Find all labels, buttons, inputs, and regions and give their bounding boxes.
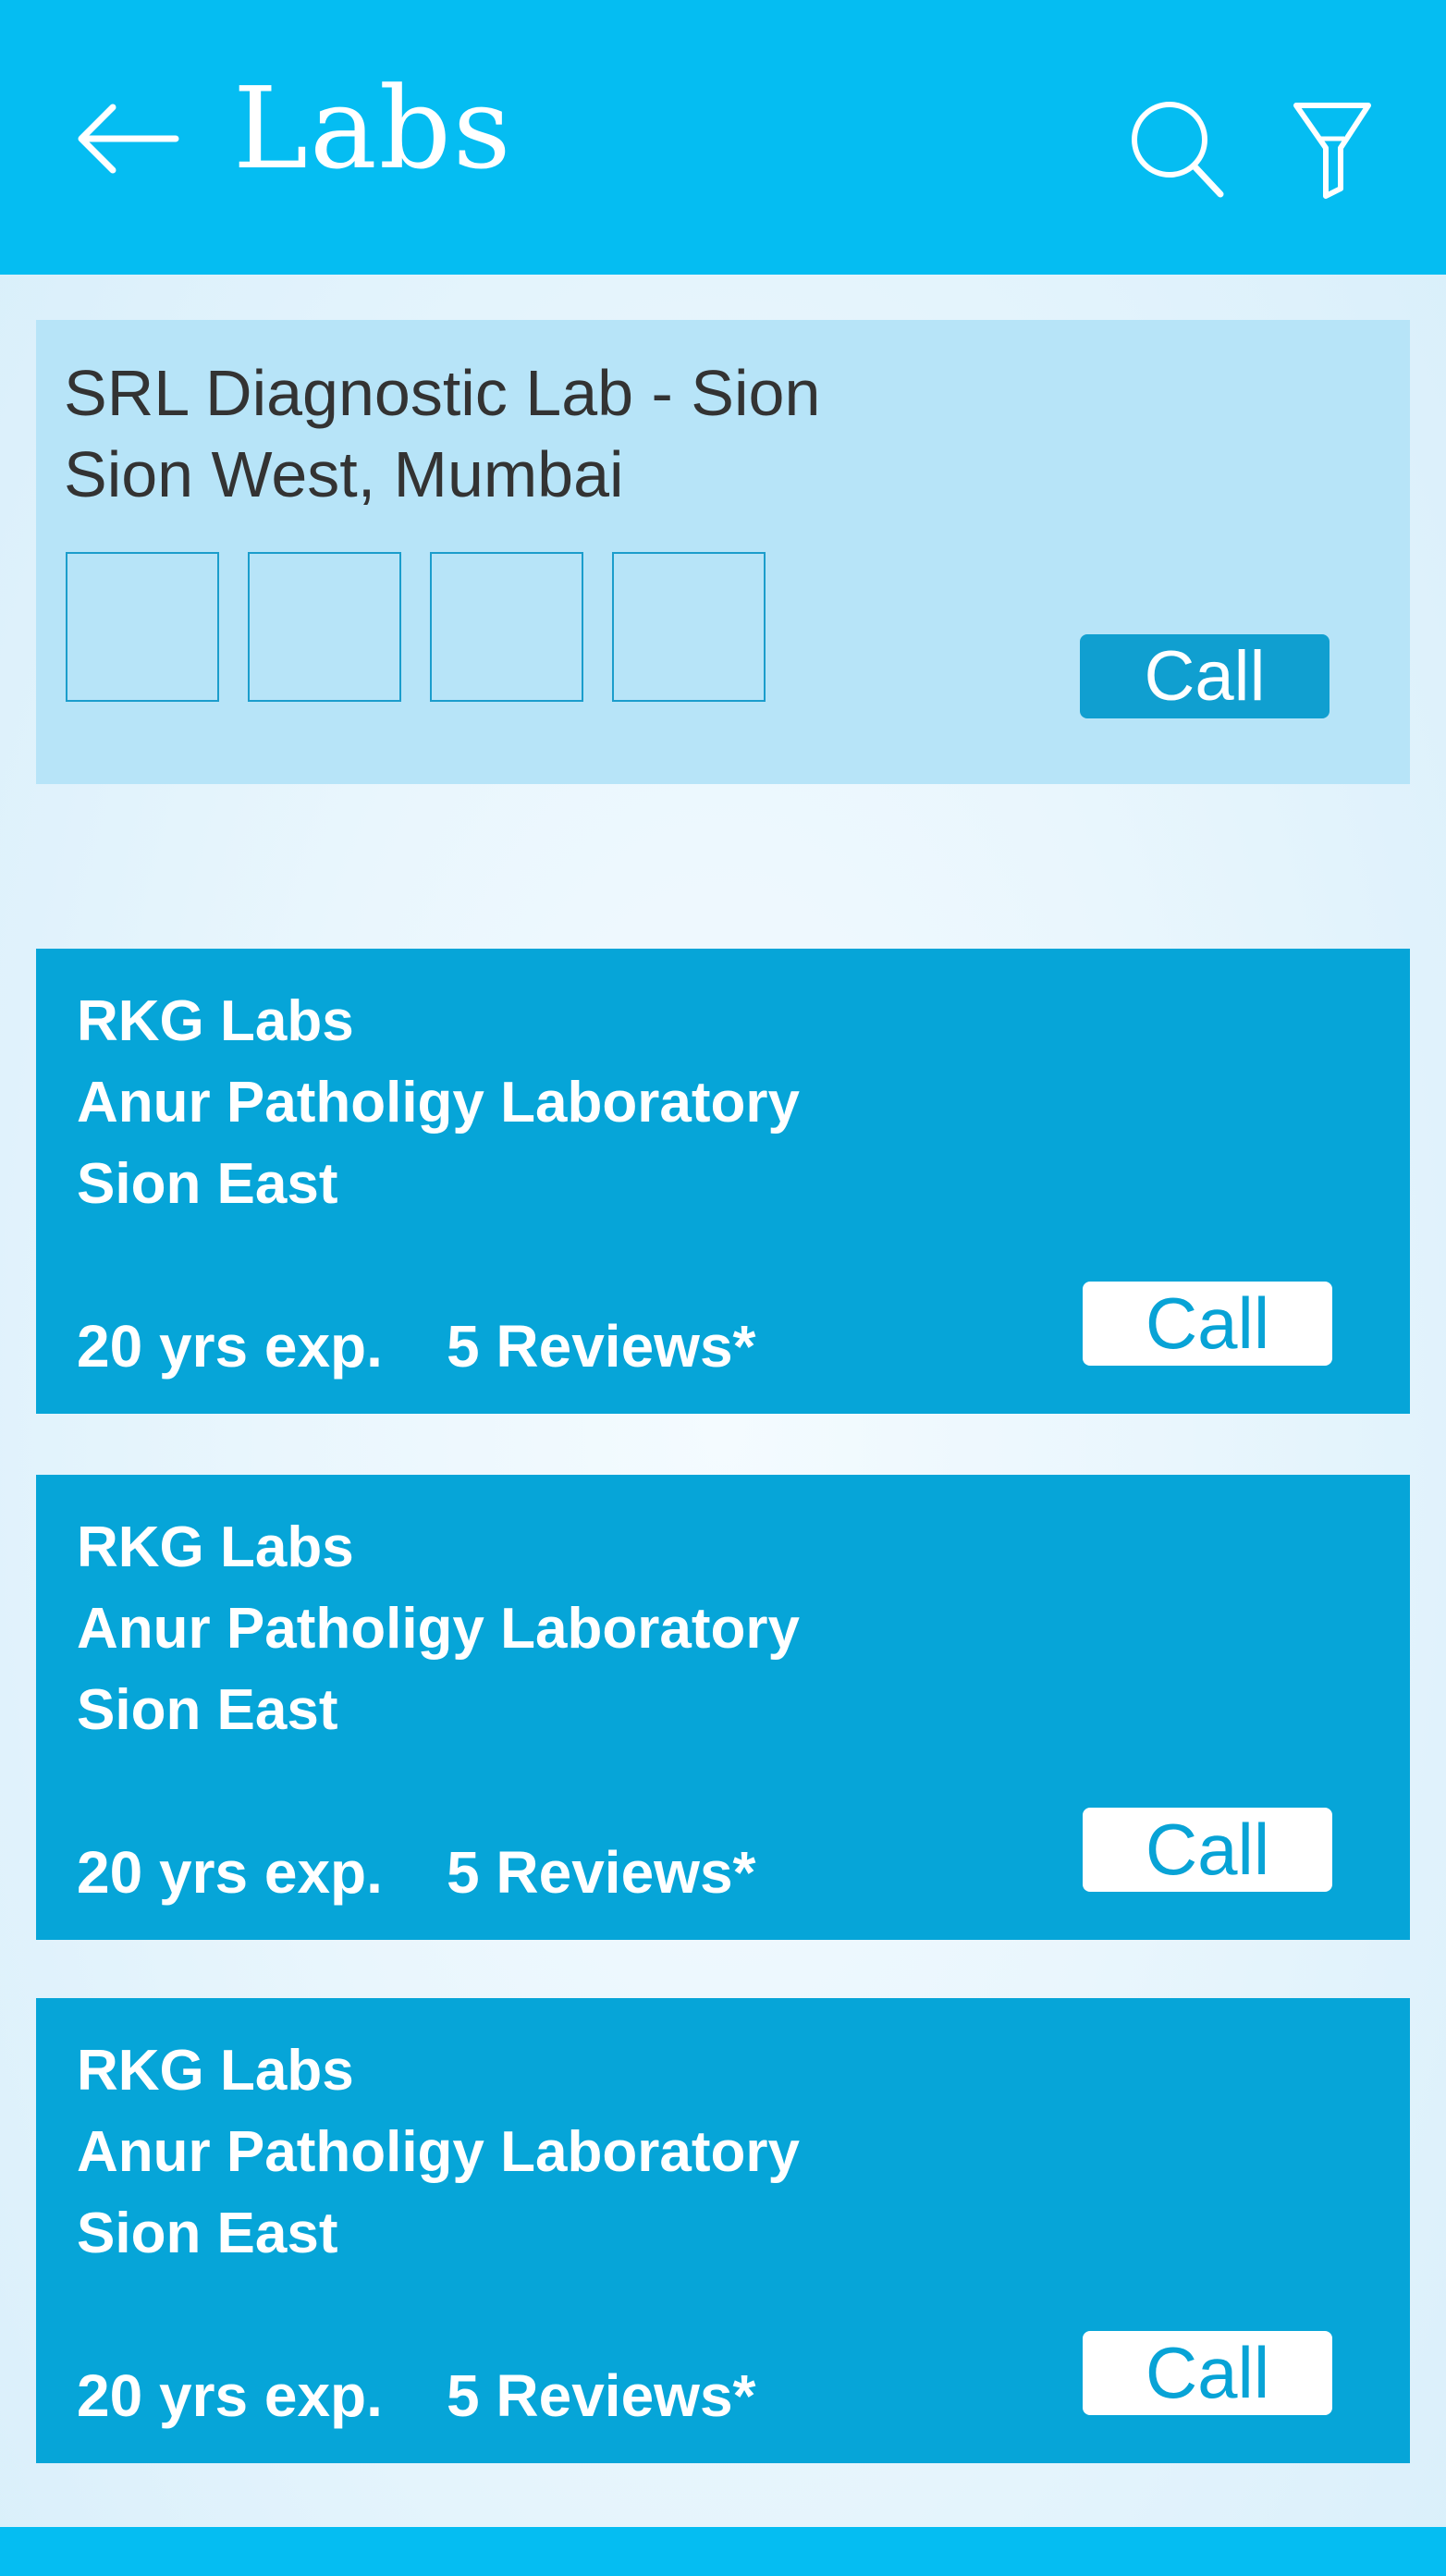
lab-experience: 20 yrs exp. <box>77 1839 383 1906</box>
lab-subtitle: Anur Patholigy Laboratory <box>77 1597 800 1661</box>
featured-lab-location: Sion West, Mumbai <box>64 438 624 510</box>
lab-reviews-link[interactable]: 5 Reviews* <box>447 2366 755 2425</box>
lab-experience: 20 yrs exp. <box>77 2362 383 2429</box>
featured-lab-card[interactable]: SRL Diagnostic Lab - Sion Sion West, Mum… <box>36 320 1410 784</box>
lab-reviews-link[interactable]: 5 Reviews* <box>447 1317 755 1376</box>
app-header: Labs <box>0 0 1446 275</box>
lab-card[interactable]: RKG Labs Anur Patholigy Laboratory Sion … <box>36 1475 1410 1940</box>
page-title: Labs <box>233 63 513 194</box>
search-icon[interactable] <box>1130 100 1226 200</box>
lab-card[interactable]: RKG Labs Anur Patholigy Laboratory Sion … <box>36 1998 1410 2463</box>
call-button[interactable]: Call <box>1083 2331 1332 2415</box>
lab-photo-thumbnail[interactable] <box>248 552 401 702</box>
lab-name: RKG Labs <box>77 1515 354 1579</box>
lab-photo-thumbnail[interactable] <box>430 552 583 702</box>
lab-area: Sion East <box>77 1152 338 1216</box>
call-button[interactable]: Call <box>1083 1282 1332 1366</box>
lab-card[interactable]: RKG Labs Anur Patholigy Laboratory Sion … <box>36 949 1410 1414</box>
featured-lab-name: SRL Diagnostic Lab - Sion <box>64 357 821 429</box>
lab-area: Sion East <box>77 2202 338 2265</box>
lab-photo-thumbnail[interactable] <box>66 552 219 702</box>
bottom-bar <box>0 2527 1446 2576</box>
lab-name: RKG Labs <box>77 989 354 1053</box>
lab-reviews-link[interactable]: 5 Reviews* <box>447 1843 755 1902</box>
arrow-left-icon[interactable] <box>76 102 179 176</box>
lab-area: Sion East <box>77 1678 338 1742</box>
lab-photo-thumbnail[interactable] <box>612 552 766 702</box>
call-button[interactable]: Call <box>1083 1808 1332 1892</box>
lab-name: RKG Labs <box>77 2039 354 2103</box>
lab-subtitle: Anur Patholigy Laboratory <box>77 2120 800 2184</box>
lab-subtitle: Anur Patholigy Laboratory <box>77 1071 800 1135</box>
lab-experience: 20 yrs exp. <box>77 1313 383 1380</box>
filter-icon[interactable] <box>1293 102 1372 200</box>
featured-call-button[interactable]: Call <box>1080 634 1330 718</box>
